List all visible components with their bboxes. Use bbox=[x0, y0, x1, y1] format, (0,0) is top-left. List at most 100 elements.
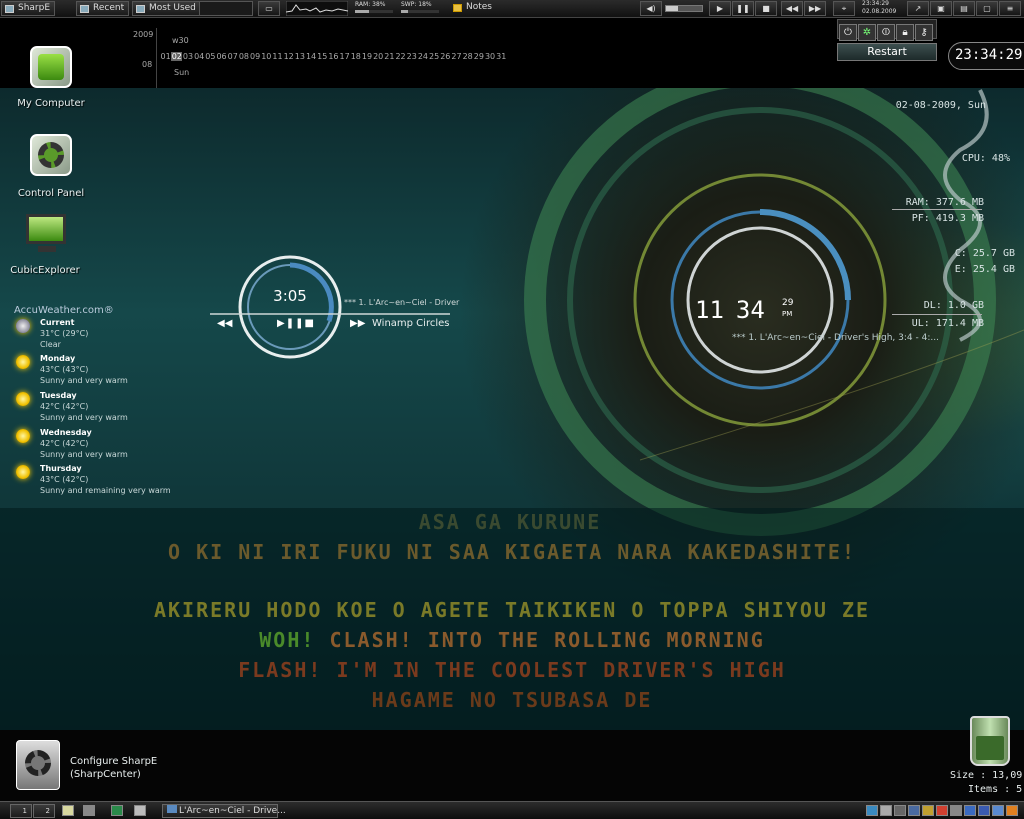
list-icon[interactable]: ≡ bbox=[999, 1, 1021, 16]
swap-bar bbox=[401, 10, 439, 13]
tray-display-icon[interactable] bbox=[894, 805, 906, 816]
tray-alert-icon[interactable] bbox=[936, 805, 948, 816]
pin-icon[interactable]: ↗ bbox=[907, 1, 929, 16]
calendar-day[interactable]: 05 bbox=[205, 52, 216, 61]
restart-icon[interactable]: ✲ bbox=[858, 24, 876, 41]
sharpcenter-subtitle[interactable]: (SharpCenter) bbox=[70, 769, 141, 780]
calendar-day[interactable]: 24 bbox=[417, 52, 428, 61]
tray-winamp-icon[interactable] bbox=[1006, 805, 1018, 816]
weather-day: Current bbox=[40, 318, 75, 327]
calendar-day[interactable]: 23 bbox=[406, 52, 417, 61]
cubicexplorer-label[interactable]: CubicExplorer bbox=[4, 265, 86, 276]
weather-temp: 42°C (42°C) bbox=[40, 402, 89, 411]
clock-track: *** 1. L'Arc~en~Ciel - Driver's High, 3:… bbox=[732, 333, 939, 343]
sysmon-pf: PF: 419.3 MB bbox=[911, 213, 984, 224]
calendar-day[interactable]: 15 bbox=[317, 52, 328, 61]
calendar-day[interactable]: 13 bbox=[294, 52, 305, 61]
most-used-menu-button[interactable]: Most Used bbox=[132, 1, 201, 16]
my-computer-shortcut[interactable] bbox=[28, 46, 74, 92]
calendar-day[interactable]: 06 bbox=[216, 52, 227, 61]
recycle-bin-icon[interactable] bbox=[970, 716, 1010, 766]
calendar-day[interactable]: 26 bbox=[440, 52, 451, 61]
calendar-day[interactable]: 04 bbox=[194, 52, 205, 61]
calendar-day[interactable]: 14 bbox=[305, 52, 316, 61]
sharpcenter-title[interactable]: Configure SharpE bbox=[70, 756, 157, 767]
calendar-day[interactable]: 28 bbox=[462, 52, 473, 61]
calendar-divider bbox=[156, 28, 157, 88]
volume-icon[interactable]: ◀) bbox=[640, 1, 662, 16]
calendar-day[interactable]: 16 bbox=[328, 52, 339, 61]
control-panel-label[interactable]: Control Panel bbox=[6, 188, 96, 199]
calendar-day[interactable]: 07 bbox=[227, 52, 238, 61]
calendar-day[interactable]: 25 bbox=[429, 52, 440, 61]
control-panel-shortcut[interactable] bbox=[28, 134, 74, 180]
notepad-icon[interactable] bbox=[62, 805, 74, 816]
task-label: L'Arc~en~Ciel - Drive... bbox=[179, 806, 286, 816]
previous-icon[interactable]: ◀◀ bbox=[781, 1, 803, 16]
my-computer-label[interactable]: My Computer bbox=[8, 98, 94, 109]
calendar-day[interactable]: 08 bbox=[238, 52, 249, 61]
rewind-icon[interactable]: ◀◀ bbox=[217, 318, 232, 329]
tray-network-icon[interactable] bbox=[866, 805, 878, 816]
calendar-day[interactable]: 11 bbox=[272, 52, 283, 61]
printer-icon[interactable] bbox=[83, 805, 95, 816]
play-icon[interactable]: ▶ bbox=[709, 1, 731, 16]
forward-icon[interactable]: ▶▶ bbox=[350, 318, 365, 329]
task-button[interactable]: L'Arc~en~Ciel - Drive... bbox=[162, 804, 286, 818]
image-icon[interactable]: ▤ bbox=[953, 1, 975, 16]
recent-menu-button[interactable]: Recent bbox=[76, 1, 130, 16]
window-icon[interactable]: ▣ bbox=[930, 1, 952, 16]
play-icon[interactable]: ▶ bbox=[277, 318, 286, 329]
lock-icon[interactable]: 🔒︎ bbox=[896, 24, 914, 41]
calendar-day[interactable]: 10 bbox=[261, 52, 272, 61]
calendar-day[interactable]: 18 bbox=[350, 52, 361, 61]
tray-globe-icon[interactable] bbox=[908, 805, 920, 816]
sharpe-menu-button[interactable]: SharpE bbox=[1, 1, 56, 16]
cubicexplorer-shortcut[interactable] bbox=[24, 212, 70, 258]
calendar-day[interactable]: 29 bbox=[473, 52, 484, 61]
calendar-day[interactable]: 27 bbox=[451, 52, 462, 61]
sharpcenter-gear-icon[interactable] bbox=[16, 740, 60, 790]
key-icon[interactable]: ⚷ bbox=[915, 24, 933, 41]
lyric-text: WOH! bbox=[259, 628, 316, 652]
calendar-day[interactable]: 02 bbox=[171, 52, 183, 61]
desktop-button[interactable]: ▭ bbox=[258, 1, 280, 16]
virtual-desktop-1[interactable]: 1 bbox=[10, 804, 32, 818]
stop-icon[interactable]: ■ bbox=[755, 1, 777, 16]
calendar-day[interactable]: 09 bbox=[250, 52, 261, 61]
volume-slider[interactable] bbox=[665, 5, 703, 12]
calendar-day[interactable]: 17 bbox=[339, 52, 350, 61]
cursor-icon[interactable]: ⌖ bbox=[833, 1, 855, 16]
swap-label: SWP: 18% bbox=[401, 1, 432, 8]
logoff-icon[interactable]: ⏼ bbox=[877, 24, 895, 41]
clock-hour: 11 bbox=[695, 296, 724, 324]
pause-icon[interactable]: ❚❚ bbox=[732, 1, 754, 16]
stop-icon[interactable]: ■ bbox=[304, 318, 314, 329]
notes-button[interactable]: Notes bbox=[450, 1, 496, 16]
tray-speaker-icon[interactable] bbox=[950, 805, 962, 816]
calendar-day[interactable]: 01 bbox=[160, 52, 171, 61]
calendar-day[interactable]: 20 bbox=[373, 52, 384, 61]
calendar-day[interactable]: 19 bbox=[361, 52, 372, 61]
calendar-day[interactable]: 30 bbox=[484, 52, 495, 61]
virtual-desktop-2[interactable]: 2 bbox=[33, 804, 55, 818]
screen-icon[interactable]: ▢ bbox=[976, 1, 998, 16]
calendar-day[interactable]: 22 bbox=[395, 52, 406, 61]
windows-icon[interactable] bbox=[134, 805, 146, 816]
tray-folder-icon[interactable] bbox=[922, 805, 934, 816]
tray-tool-icon[interactable] bbox=[880, 805, 892, 816]
launcher-icon[interactable] bbox=[111, 805, 123, 816]
calendar-day[interactable]: 21 bbox=[384, 52, 395, 61]
calendar-day[interactable]: 31 bbox=[496, 52, 507, 61]
shutdown-icon[interactable]: ⏻ bbox=[839, 24, 857, 41]
restart-button[interactable]: Restart bbox=[837, 43, 937, 61]
tray-app-icon[interactable] bbox=[978, 805, 990, 816]
accuweather-brand[interactable]: AccuWeather.com® bbox=[14, 305, 114, 316]
calendar-day[interactable]: 03 bbox=[182, 52, 193, 61]
calendar-day[interactable]: 12 bbox=[283, 52, 294, 61]
pause-icon[interactable]: ❚❚ bbox=[286, 318, 305, 329]
tray-lang-icon[interactable] bbox=[992, 805, 1004, 816]
next-icon[interactable]: ▶▶ bbox=[804, 1, 826, 16]
tray-messenger-icon[interactable] bbox=[964, 805, 976, 816]
player-controls: ▶❚❚■ bbox=[277, 318, 315, 329]
